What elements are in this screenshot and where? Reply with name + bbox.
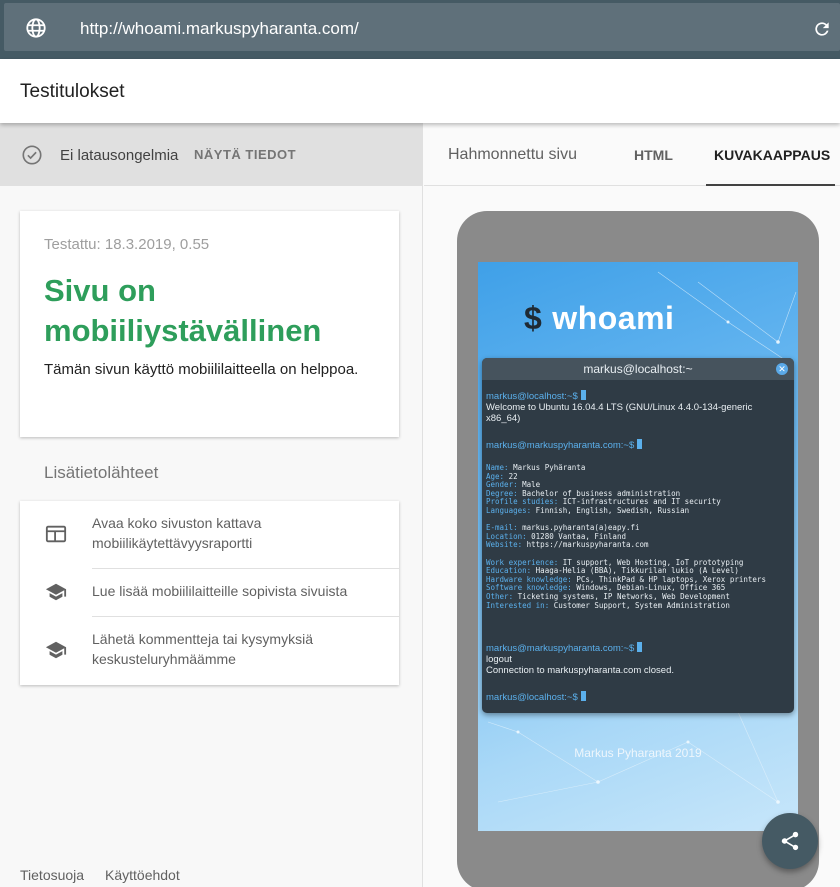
school-icon <box>45 583 67 601</box>
status-text: Ei latausongelmia <box>60 147 179 164</box>
results-panel: Ei latausongelmia NÄYTÄ TIEDOT Testattu:… <box>0 123 423 887</box>
tab-html[interactable]: HTML <box>634 147 673 163</box>
resource-item-feedback[interactable]: Lähetä kommentteja tai kysymyksiä keskus… <box>20 617 399 685</box>
preview-tabs: Hahmonnettu sivu HTML KUVAKAAPPAUS <box>424 123 840 186</box>
resources-heading: Lisätietolähteet <box>44 463 159 482</box>
check-circle-icon <box>22 145 42 165</box>
resource-item-usability-report[interactable]: Avaa koko sivuston kattava mobiilikäytet… <box>20 501 399 568</box>
test-timestamp: Testattu: 18.3.2019, 0.55 <box>44 236 210 253</box>
terminal-line: x86_64) <box>486 413 521 424</box>
tab-screenshot[interactable]: KUVAKAAPPAUS <box>714 147 830 163</box>
terminal-line: markus@markuspyharanta.com:~$ <box>486 642 643 654</box>
result-card: Testattu: 18.3.2019, 0.55 Sivu on mobiil… <box>20 211 399 437</box>
web-layout-icon <box>45 525 67 543</box>
close-icon: ✕ <box>776 363 788 375</box>
terminal-line: markus@markuspyharanta.com:~$ <box>486 439 643 451</box>
terminal-line: Connection to markuspyharanta.com closed… <box>486 665 674 676</box>
share-icon <box>781 831 799 851</box>
show-details-button[interactable]: NÄYTÄ TIEDOT <box>194 147 296 162</box>
address-bar[interactable]: http://whoami.markuspyharanta.com/ <box>4 3 840 51</box>
phone-frame: $ whoami markus@localhost:~ ✕ markus@loca… <box>457 211 819 887</box>
school-icon <box>45 641 67 659</box>
resource-item-label: Lähetä kommentteja tai kysymyksiä keskus… <box>92 631 313 667</box>
profile-line: Languages: Finnish, English, Swedish, Ru… <box>486 506 690 515</box>
profile-line: Interested in: Customer Support, System … <box>486 600 730 610</box>
verdict-heading: Sivu on mobiiliystävällinen <box>44 273 322 348</box>
resource-item-mobile-friendly[interactable]: Lue lisää mobiililaitteille sopivista si… <box>20 569 399 616</box>
active-tab-indicator <box>706 184 835 186</box>
terminal-title: markus@localhost:~ <box>583 362 693 376</box>
terminal-line: markus@localhost:~$ <box>486 390 586 402</box>
page-title: Testitulokset <box>20 81 125 102</box>
terminal-window: markus@localhost:~ ✕ markus@localhost:~$… <box>482 358 794 713</box>
terminal-line: Welcome to Ubuntu 16.04.4 LTS (GNU/Linux… <box>486 402 753 413</box>
terminal-line: logout <box>486 654 512 665</box>
resource-item-label: Avaa koko sivuston kattava mobiilikäytet… <box>92 515 262 551</box>
verdict-description: Tämän sivun käyttö mobiililaitteella on … <box>44 361 359 378</box>
profile-line: Website: https://markuspyharanta.com <box>486 540 649 550</box>
globe-icon <box>26 18 46 38</box>
preview-panel: Hahmonnettu sivu HTML KUVAKAAPPAUS $ whoa… <box>424 123 840 887</box>
reload-icon[interactable] <box>812 19 832 39</box>
preview-copyright: Markus Pyharanta 2019 <box>574 746 702 760</box>
terminal-titlebar: markus@localhost:~ ✕ <box>482 358 794 380</box>
terms-link[interactable]: Käyttöehdot <box>105 867 180 883</box>
whoami-logo: $ whoami <box>524 300 675 336</box>
terminal-line: markus@localhost:~$ <box>486 691 586 703</box>
browser-toolbar: http://whoami.markuspyharanta.com/ <box>0 0 840 59</box>
page-header: Testitulokset <box>0 59 840 123</box>
url-text[interactable]: http://whoami.markuspyharanta.com/ <box>80 19 359 39</box>
resource-item-label: Lue lisää mobiililaitteille sopivista si… <box>92 583 348 599</box>
share-button[interactable] <box>762 813 818 869</box>
privacy-link[interactable]: Tietosuoja <box>20 867 84 883</box>
loading-status-bar: Ei latausongelmia NÄYTÄ TIEDOT <box>0 123 423 186</box>
resources-list: Avaa koko sivuston kattava mobiilikäytet… <box>20 501 399 685</box>
screenshot-preview: $ whoami markus@localhost:~ ✕ markus@loca… <box>478 262 798 831</box>
tab-rendered-page[interactable]: Hahmonnettu sivu <box>448 146 577 164</box>
